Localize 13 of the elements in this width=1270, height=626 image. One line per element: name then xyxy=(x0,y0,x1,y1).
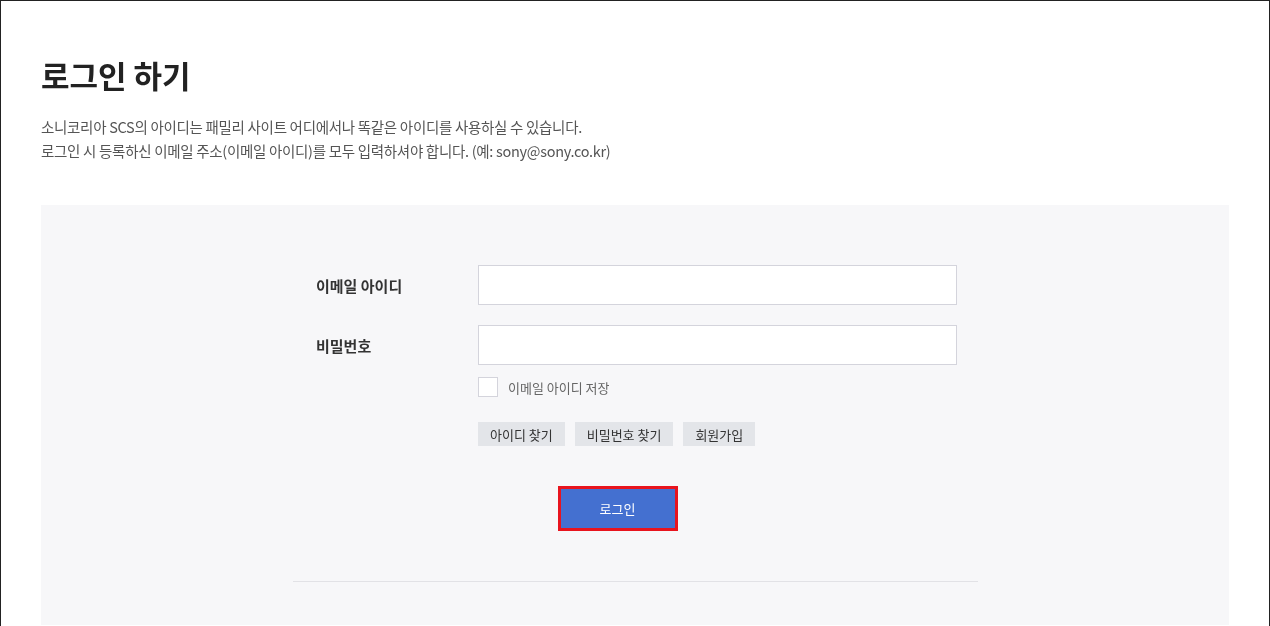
checkbox[interactable] xyxy=(478,377,498,397)
link-button[interactable]: 아이디 찾기 xyxy=(478,422,565,446)
page-title: 로그인 하기 xyxy=(41,55,192,95)
login-button[interactable]: 로그인 xyxy=(557,486,678,531)
input-field[interactable] xyxy=(478,325,957,365)
checkbox-label: 이메일 아이디 저장 xyxy=(508,377,610,397)
link-button[interactable]: 비밀번호 찾기 xyxy=(574,422,674,446)
description-text: 로그인 시 등록하신 이메일 주소(이메일 아이디)를 모두 입력하셔야 합니다. (예: sony@sony.co.kr) xyxy=(41,139,612,163)
field-label: 이메일 아이디 xyxy=(316,274,404,296)
field-label: 비밀번호 xyxy=(316,334,373,356)
link-button[interactable]: 회원가입 xyxy=(683,422,756,446)
description-text: 소니코리아 SCS의 아이디는 패밀리 사이트 어디에서나 똑같은 아이디를 사용하실 수 있습니다. xyxy=(41,115,583,139)
input-field[interactable] xyxy=(478,265,957,305)
